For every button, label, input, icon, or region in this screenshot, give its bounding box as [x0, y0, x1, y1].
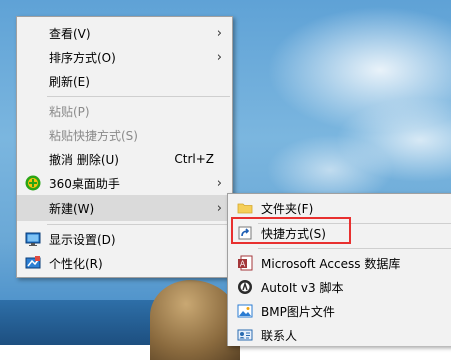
menu-item-paste-label: 粘贴(P) — [49, 104, 90, 119]
submenu-autoit-label: AutoIt v3 脚本 — [261, 280, 344, 295]
menu-separator — [258, 248, 451, 249]
chevron-right-icon: › — [216, 200, 222, 216]
chevron-right-icon: › — [216, 49, 222, 65]
submenu-bmp-label: BMP图片文件 — [261, 304, 335, 319]
menu-item-display-settings[interactable]: 显示设置(D) — [17, 227, 232, 251]
folder-icon — [237, 200, 253, 216]
new-submenu: 文件夹(F) 快捷方式(S) A Microsoft Access 数据库 Au… — [227, 193, 451, 346]
menu-item-paste-shortcut: 粘贴快捷方式(S) — [17, 123, 232, 147]
menu-item-refresh[interactable]: 刷新(E) — [17, 69, 232, 93]
menu-item-personalize-label: 个性化(R) — [49, 256, 103, 271]
submenu-folder-label: 文件夹(F) — [261, 201, 314, 216]
menu-item-sort-by[interactable]: 排序方式(O) › — [17, 45, 232, 69]
menu-item-personalize[interactable]: 个性化(R) — [17, 251, 232, 275]
menu-item-undo-shortcut: Ctrl+Z — [174, 152, 214, 166]
360-icon — [25, 175, 41, 191]
red-annotation-box — [231, 217, 351, 244]
submenu-contact-label: 联系人 — [261, 328, 298, 343]
submenu-item-contact[interactable]: 联系人 — [228, 323, 451, 347]
submenu-access-label: Microsoft Access 数据库 — [261, 256, 401, 271]
menu-separator — [47, 224, 230, 225]
menu-item-undo-delete[interactable]: 撤消 删除(U) Ctrl+Z — [17, 147, 232, 171]
bmp-icon — [237, 303, 253, 319]
contact-icon — [237, 327, 253, 343]
menu-item-360-label: 360桌面助手 — [49, 176, 120, 191]
autoit-icon — [237, 279, 253, 295]
menu-item-refresh-label: 刷新(E) — [49, 74, 90, 89]
svg-text:A: A — [240, 260, 246, 269]
menu-item-paste-shortcut-label: 粘贴快捷方式(S) — [49, 128, 138, 143]
menu-item-sort-label: 排序方式(O) — [49, 50, 116, 65]
desktop-context-menu: 查看(V) › 排序方式(O) › 刷新(E) 粘贴(P) 粘贴快捷方式(S) … — [16, 16, 233, 278]
personalize-icon — [25, 255, 41, 271]
menu-item-display-label: 显示设置(D) — [49, 232, 116, 247]
chevron-right-icon: › — [216, 175, 222, 191]
chevron-right-icon: › — [216, 25, 222, 41]
menu-item-paste: 粘贴(P) — [17, 99, 232, 123]
menu-item-new-label: 新建(W) — [49, 201, 95, 216]
menu-item-view[interactable]: 查看(V) › — [17, 21, 232, 45]
menu-separator — [47, 96, 230, 97]
submenu-item-autoit-script[interactable]: AutoIt v3 脚本 — [228, 275, 451, 299]
menu-item-undo-label: 撤消 删除(U) — [49, 152, 119, 167]
access-icon: A — [237, 255, 253, 271]
menu-item-view-label: 查看(V) — [49, 26, 91, 41]
display-icon — [25, 231, 41, 247]
menu-item-360-desktop-assistant[interactable]: 360桌面助手 › — [17, 171, 232, 195]
submenu-item-access-db[interactable]: A Microsoft Access 数据库 — [228, 251, 451, 275]
submenu-item-bmp-file[interactable]: BMP图片文件 — [228, 299, 451, 323]
menu-item-new[interactable]: 新建(W) › — [17, 195, 232, 221]
